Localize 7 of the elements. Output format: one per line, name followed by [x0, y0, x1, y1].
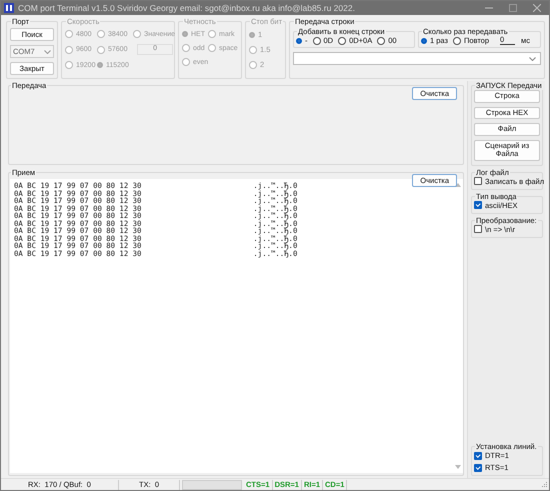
- scroll-down-icon: [455, 465, 461, 469]
- maximize-icon: [509, 4, 517, 12]
- scroll-up-icon: [455, 183, 461, 187]
- string-input-dropdown[interactable]: [293, 52, 541, 65]
- app-icon: [4, 3, 14, 13]
- close-icon: [533, 4, 541, 12]
- window-title: COM port Terminal v1.5.0 Sviridov Georgy email: sgot@inbox.ru aka info@lab85.ru 2022.: [18, 3, 355, 13]
